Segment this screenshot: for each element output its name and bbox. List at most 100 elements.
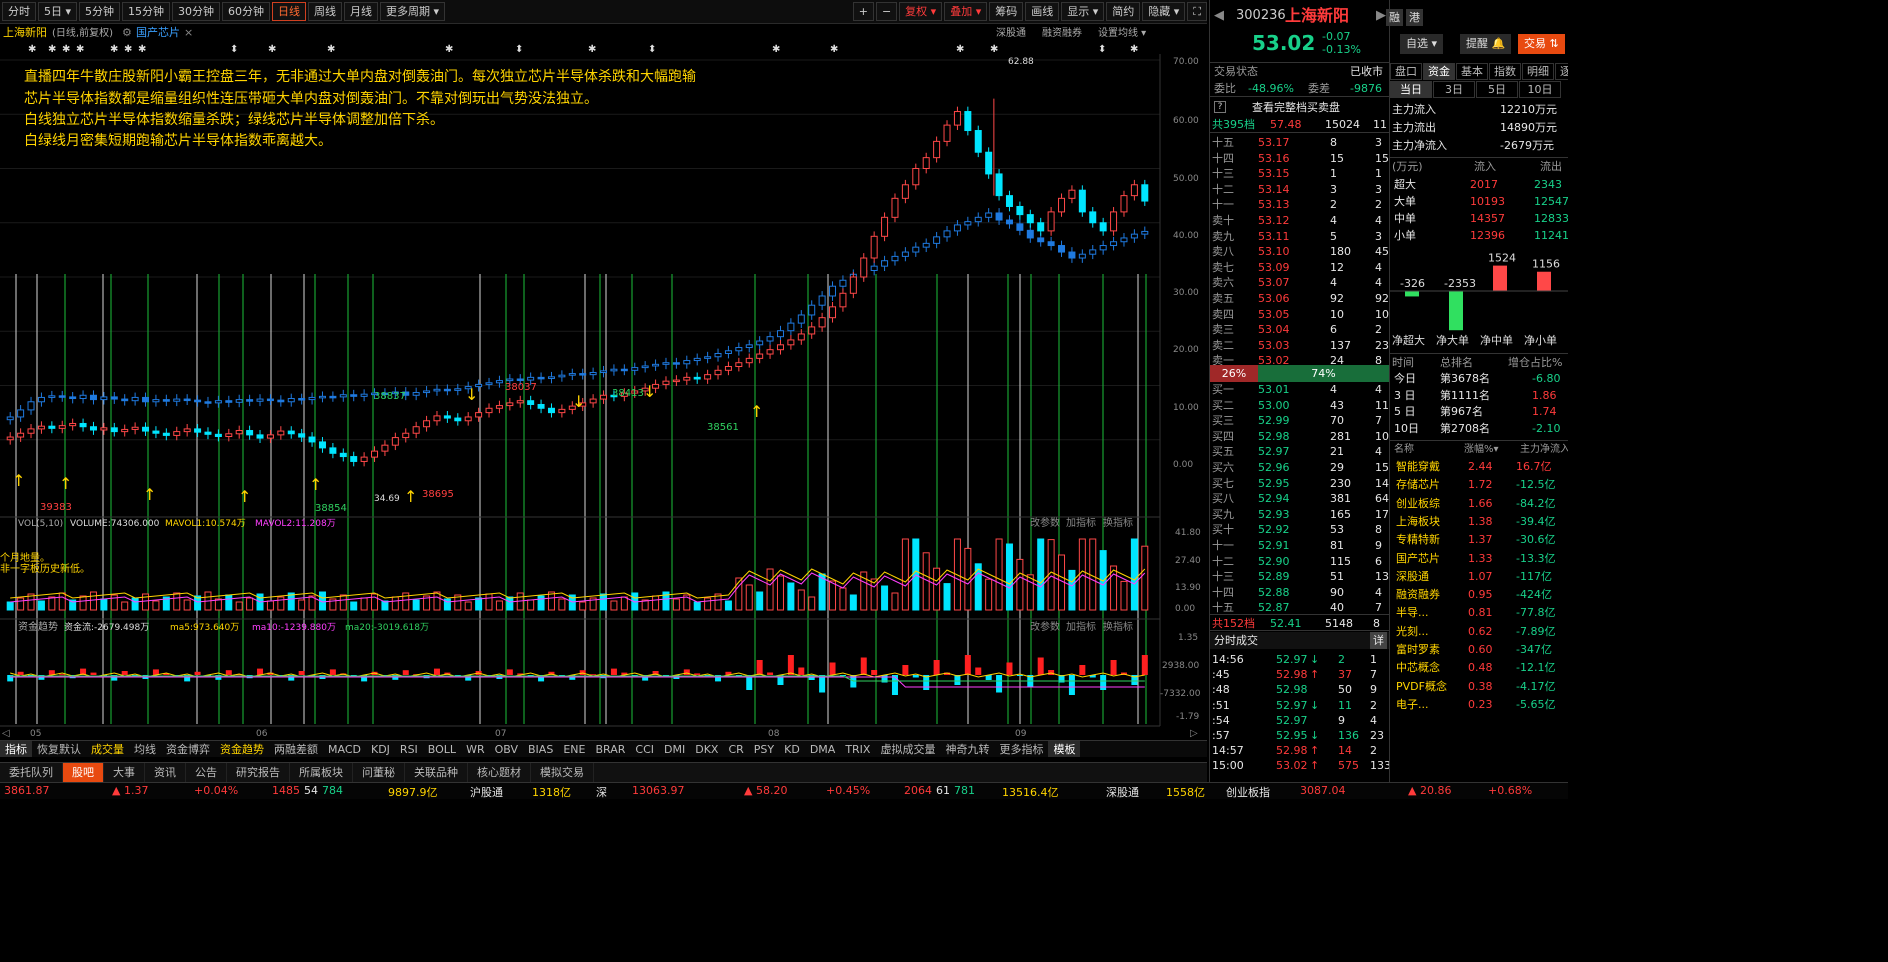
fund-btn-param[interactable]: 改参数 xyxy=(1030,620,1060,633)
sz-label[interactable]: 深 xyxy=(596,784,607,799)
bottom-tab[interactable]: 问董秘 xyxy=(353,762,405,783)
event-star-icon[interactable]: ✱ xyxy=(110,44,118,55)
chip-button[interactable]: 筹码 xyxy=(989,2,1024,21)
period-monthly[interactable]: 月线 xyxy=(344,2,379,21)
vol-btn-param[interactable]: 改参数 xyxy=(1030,516,1060,529)
fund-btn-add[interactable]: 加指标 xyxy=(1066,620,1096,633)
event-star-icon[interactable]: ✱ xyxy=(268,44,276,55)
hide-button[interactable]: 隐藏 ▾ xyxy=(1142,2,1186,21)
indicator-tab[interactable]: RSI xyxy=(395,743,423,756)
next-stock-icon[interactable]: ▶ xyxy=(1376,5,1386,27)
period-60min[interactable]: 60分钟 xyxy=(222,2,271,21)
gear-icon[interactable]: ⚙ xyxy=(122,26,132,39)
bottom-tab[interactable]: 核心题材 xyxy=(468,762,531,783)
indicator-tab[interactable]: DMA xyxy=(805,743,841,756)
indicator-tab[interactable]: 虚拟成交量 xyxy=(875,741,940,757)
indicator-tab[interactable]: 神奇九转 xyxy=(940,741,994,757)
period-tab[interactable]: 5日 xyxy=(1476,81,1518,98)
display-button[interactable]: 显示 ▾ xyxy=(1061,2,1105,21)
indicator-tab[interactable]: OBV xyxy=(490,743,523,756)
period-5day[interactable]: 5日 ▾ xyxy=(38,2,78,21)
indicator-tab[interactable]: 均线 xyxy=(129,741,161,757)
trade-button[interactable]: 交易 ⇅ xyxy=(1518,34,1565,54)
bottom-tab[interactable]: 关联品种 xyxy=(405,762,468,783)
bottom-tab[interactable]: 委托队列 xyxy=(0,762,63,783)
period-tab[interactable]: 3日 xyxy=(1433,81,1475,98)
indicator-tab[interactable]: KDJ xyxy=(366,743,395,756)
period-5min[interactable]: 5分钟 xyxy=(79,2,121,21)
event-star-icon[interactable]: ✱ xyxy=(588,44,596,55)
indicator-tab[interactable]: KD xyxy=(779,743,805,756)
bottom-tab[interactable]: 模拟交易 xyxy=(531,762,594,783)
period-fenshi[interactable]: 分时 xyxy=(2,2,36,21)
bottom-tab[interactable]: 大事 xyxy=(104,762,145,783)
event-star-icon[interactable]: ✱ xyxy=(990,44,998,55)
indicator-tab[interactable]: ENE xyxy=(558,743,590,756)
event-star-icon[interactable]: ⬍ xyxy=(648,44,656,55)
bottom-tab[interactable]: 资讯 xyxy=(145,762,186,783)
bottom-tab[interactable]: 股吧 xyxy=(63,762,104,783)
indicator-tab[interactable]: 资金博弈 xyxy=(161,741,215,757)
indicator-tab[interactable]: BIAS xyxy=(523,743,558,756)
fund-tab[interactable]: 资金 xyxy=(1423,63,1455,80)
zoom-out-button[interactable]: − xyxy=(875,2,898,21)
event-star-icon[interactable]: ✱ xyxy=(1130,44,1138,55)
event-star-icon[interactable]: ✱ xyxy=(327,44,335,55)
kline-chart[interactable]: 上海新阳 (日线,前复权) ⚙ 国产芯片 × 深股通 融资融券 设置均线 ▾ ✱… xyxy=(0,24,1207,740)
fullscreen-icon[interactable]: ⛶ xyxy=(1187,2,1207,21)
event-star-icon[interactable]: ✱ xyxy=(62,44,70,55)
bottom-tab[interactable]: 公告 xyxy=(186,762,227,783)
indicator-tab[interactable]: BRAR xyxy=(590,743,630,756)
event-star-icon[interactable]: ✱ xyxy=(48,44,56,55)
indicator-tab[interactable]: 成交量 xyxy=(86,741,129,757)
cyb-label[interactable]: 创业板指 xyxy=(1226,784,1270,799)
indicator-tab[interactable]: 指标 xyxy=(0,741,32,757)
indicator-tab[interactable]: 更多指标 xyxy=(994,741,1048,757)
adjust-button[interactable]: 复权 ▾ xyxy=(899,2,943,21)
overlay-button[interactable]: 叠加 ▾ xyxy=(944,2,988,21)
ticks-detail-button[interactable]: 详 xyxy=(1370,632,1387,649)
indicator-tab[interactable]: PSY xyxy=(749,743,779,756)
sgt-label[interactable]: 深股通 xyxy=(1106,784,1139,799)
alert-button[interactable]: 提醒 🔔 xyxy=(1460,34,1512,54)
sz-index[interactable]: 13063.97 xyxy=(632,784,685,797)
event-star-icon[interactable]: ✱ xyxy=(124,44,132,55)
prev-stock-icon[interactable]: ◀ xyxy=(1214,5,1224,27)
event-star-icon[interactable]: ⬍ xyxy=(230,44,238,55)
vol-btn-add[interactable]: 加指标 xyxy=(1066,516,1096,529)
indicator-tab[interactable]: WR xyxy=(461,743,490,756)
zoom-in-button[interactable]: + xyxy=(852,2,874,21)
period-daily[interactable]: 日线 xyxy=(272,2,307,21)
indicator-tab[interactable]: 模板 xyxy=(1048,741,1081,757)
cyb-index[interactable]: 3087.04 xyxy=(1300,784,1346,797)
sector-head-pct[interactable]: 涨幅%▾ xyxy=(1464,441,1499,458)
event-star-icon[interactable]: ✱ xyxy=(76,44,84,55)
chart-area[interactable]: 上海新阳 (日线,前复权) ⚙ 国产芯片 × 深股通 融资融券 设置均线 ▾ ✱… xyxy=(0,24,1207,740)
scroll-left-icon[interactable]: ◁ xyxy=(2,728,10,739)
period-tab[interactable]: 10日 xyxy=(1519,81,1561,98)
watchlist-button[interactable]: 自选 ▾ xyxy=(1400,34,1444,54)
fund-tab[interactable]: 基本 xyxy=(1456,63,1488,80)
full-book-row[interactable]: ? 查看完整档买卖盘 xyxy=(1210,99,1389,116)
period-weekly[interactable]: 周线 xyxy=(308,2,343,21)
event-star-icon[interactable]: ⬍ xyxy=(515,44,523,55)
indicator-tab[interactable]: CR xyxy=(723,743,748,756)
fund-btn-switch[interactable]: 换指标 xyxy=(1103,620,1133,633)
chart-tag-sgt[interactable]: 深股通 xyxy=(996,27,1026,39)
period-tab[interactable]: 当日 xyxy=(1390,81,1432,98)
fund-tab[interactable]: 逐笔 xyxy=(1555,63,1568,80)
bottom-tab[interactable]: 所属板块 xyxy=(290,762,353,783)
indicator-tab[interactable]: DMI xyxy=(659,743,690,756)
indicator-tab[interactable]: 资金趋势 xyxy=(215,741,269,757)
simple-button[interactable]: 简约 xyxy=(1106,2,1141,21)
indicator-tab[interactable]: MACD xyxy=(323,743,366,756)
event-star-icon[interactable]: ✱ xyxy=(445,44,453,55)
full-book-button[interactable]: 查看完整档买卖盘 xyxy=(1252,99,1340,116)
scroll-right-icon[interactable]: ▷ xyxy=(1190,728,1198,739)
indicator-tab[interactable]: BOLL xyxy=(423,743,461,756)
draw-line-button[interactable]: 画线 xyxy=(1025,2,1060,21)
period-more[interactable]: 更多周期 ▾ xyxy=(380,2,446,21)
fund-tab[interactable]: 指数 xyxy=(1489,63,1521,80)
vol-btn-switch[interactable]: 换指标 xyxy=(1103,516,1133,529)
chart-tag-margin[interactable]: 融资融券 xyxy=(1042,26,1082,39)
